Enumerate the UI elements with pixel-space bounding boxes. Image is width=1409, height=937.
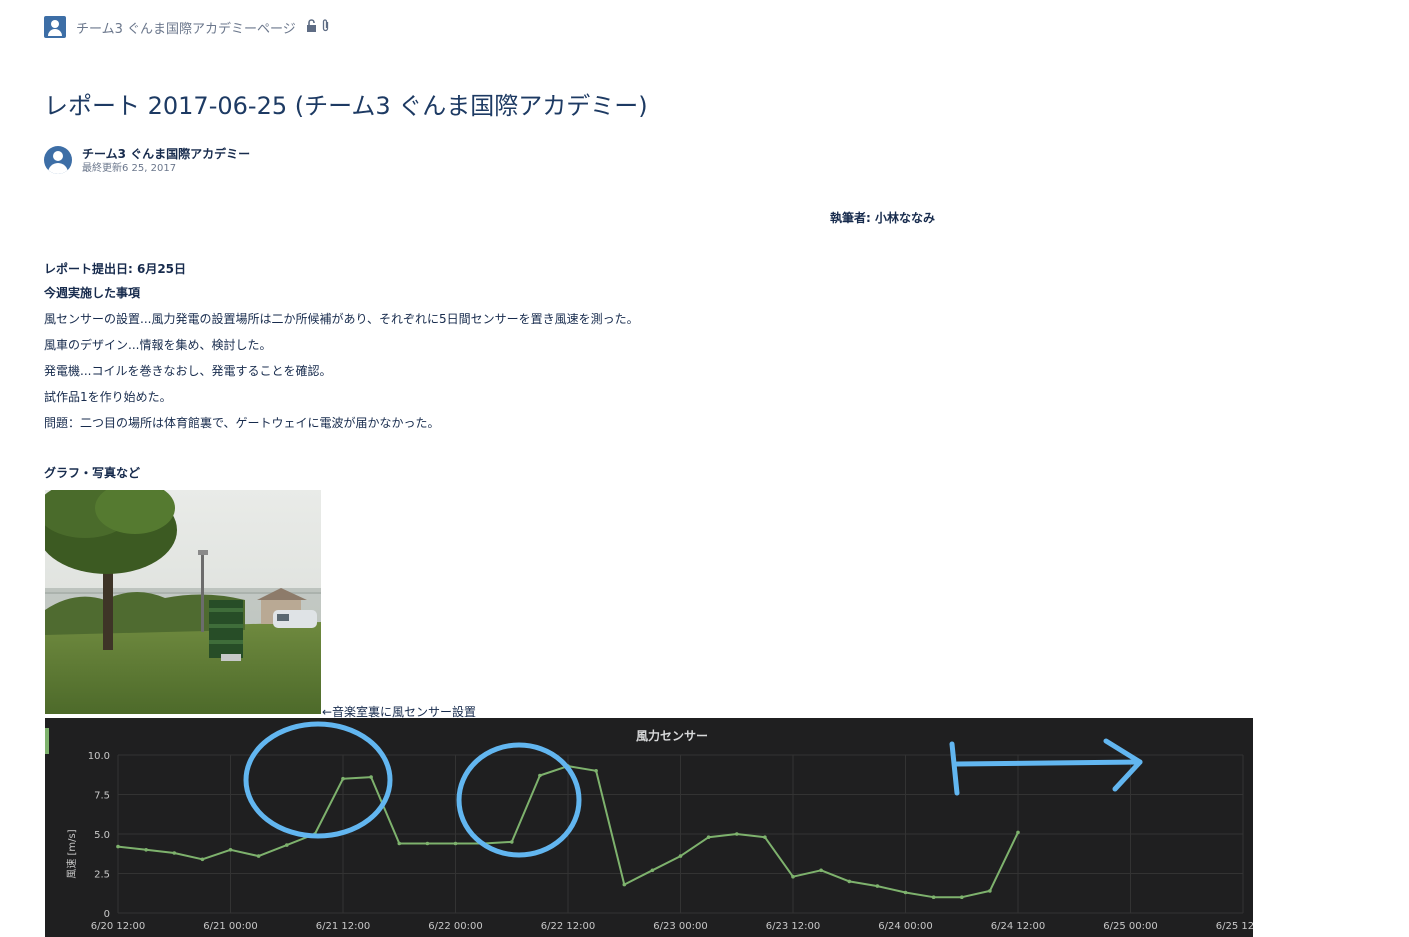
data-point: [988, 889, 992, 893]
x-tick-label: 6/23 00:00: [653, 921, 707, 932]
x-tick-label: 6/22 12:00: [541, 921, 595, 932]
x-tick-label: 6/21 12:00: [316, 921, 370, 932]
data-point: [453, 841, 458, 846]
data-point: [706, 835, 711, 839]
y-axis-label: 風速 [m/s]: [66, 829, 78, 878]
data-point: [903, 890, 908, 895]
report-body: レポート提出日: 6月25日 今週実施した事項 風センサーの設置...風力発電の…: [44, 260, 1144, 440]
data-point: [847, 879, 852, 884]
x-tick-label: 6/20 12:00: [91, 921, 145, 932]
sensor-photo[interactable]: [37, 482, 321, 714]
x-tick-label: 6/22 00:00: [428, 921, 482, 932]
data-point: [538, 773, 542, 778]
report-item: 風センサーの設置...風力発電の設置場所は二か所候補があり、それぞれに5日間セン…: [44, 312, 639, 326]
data-point: [622, 882, 627, 887]
report-item: 風車のデザイン...情報を集め、検討した。: [44, 338, 272, 352]
data-point: [1016, 830, 1020, 835]
x-tick-label: 6/23 12:00: [766, 921, 820, 932]
page-title: レポート 2017-06-25 (チーム3 ぐんま国際アカデミー): [44, 92, 648, 120]
panel-accent-bar: [45, 728, 49, 754]
x-tick-label: 6/24 00:00: [878, 921, 932, 932]
y-tick-label: 2.5: [94, 870, 110, 881]
report-item: 問題：二つ目の場所は体育館裏で、ゲートウェイに電波が届かなかった。: [44, 416, 440, 430]
data-point: [960, 895, 964, 899]
data-point: [228, 848, 233, 852]
data-point: [369, 775, 373, 779]
submission-date: レポート提出日: 6月25日: [44, 262, 187, 276]
data-point: [875, 884, 880, 888]
data-point: [650, 868, 655, 873]
data-point: [200, 857, 205, 862]
data-point: [256, 854, 261, 858]
annotation-circle: [456, 742, 582, 858]
data-point: [285, 843, 289, 847]
data-point: [341, 776, 345, 781]
data-point: [819, 868, 823, 873]
data-point: [791, 874, 795, 879]
data-point: [735, 832, 739, 836]
y-tick-label: 5.0: [94, 830, 110, 841]
paperclip-icon[interactable]: [321, 19, 330, 35]
unlock-icon[interactable]: [306, 19, 317, 35]
byline-meta: チーム3 ぐんま国際アカデミー 最終更新6 25, 2017: [82, 146, 250, 176]
page-byline: チーム3 ぐんま国際アカデミー 最終更新6 25, 2017: [44, 146, 250, 176]
author-name[interactable]: チーム3 ぐんま国際アカデミー: [82, 146, 250, 162]
space-user-icon[interactable]: [44, 16, 66, 38]
data-point: [116, 844, 120, 849]
y-tick-label: 10.0: [88, 751, 110, 762]
x-tick-label: 6/25 00:00: [1103, 921, 1157, 932]
y-tick-label: 0: [104, 909, 110, 920]
writer-label: 執筆者: 小林ななみ: [830, 211, 935, 225]
breadcrumb-page-link[interactable]: チーム3 ぐんま国際アカデミーページ: [76, 18, 296, 37]
avatar[interactable]: [44, 146, 72, 174]
y-tick-label: 7.5: [94, 791, 110, 802]
data-point: [678, 854, 683, 858]
annotation-circle: [243, 721, 393, 839]
report-item: 発電機...コイルを巻きなおし、発電することを確認。: [44, 364, 332, 378]
graphs-heading: グラフ・写真など: [44, 466, 141, 480]
annotation-arrow-head: [1103, 738, 1143, 792]
data-point: [763, 835, 767, 839]
data-point: [594, 769, 598, 773]
data-point: [397, 841, 402, 846]
annotation-arrow-shaft: [949, 741, 1143, 796]
week-heading: 今週実施した事項: [44, 286, 141, 300]
last-updated[interactable]: 最終更新6 25, 2017: [82, 162, 250, 176]
x-tick-label: 6/24 12:00: [991, 921, 1045, 932]
data-point: [931, 895, 936, 899]
x-tick-label: 6/25 12:00: [1216, 921, 1253, 932]
breadcrumb: チーム3 ぐんま国際アカデミーページ: [44, 16, 330, 38]
data-point: [425, 841, 430, 846]
wind-sensor-chart[interactable]: 風力センサー 0 2.5 5.0 7.5 10.0 6/20 12:00 6/21 00:…: [45, 718, 1253, 937]
chart-title: 風力センサー: [636, 728, 708, 743]
report-item: 試作品1を作り始めた。: [44, 390, 172, 404]
data-point: [172, 851, 177, 855]
data-point: [144, 848, 148, 852]
data-point: [510, 840, 514, 844]
x-tick-label: 6/21 00:00: [203, 921, 257, 932]
